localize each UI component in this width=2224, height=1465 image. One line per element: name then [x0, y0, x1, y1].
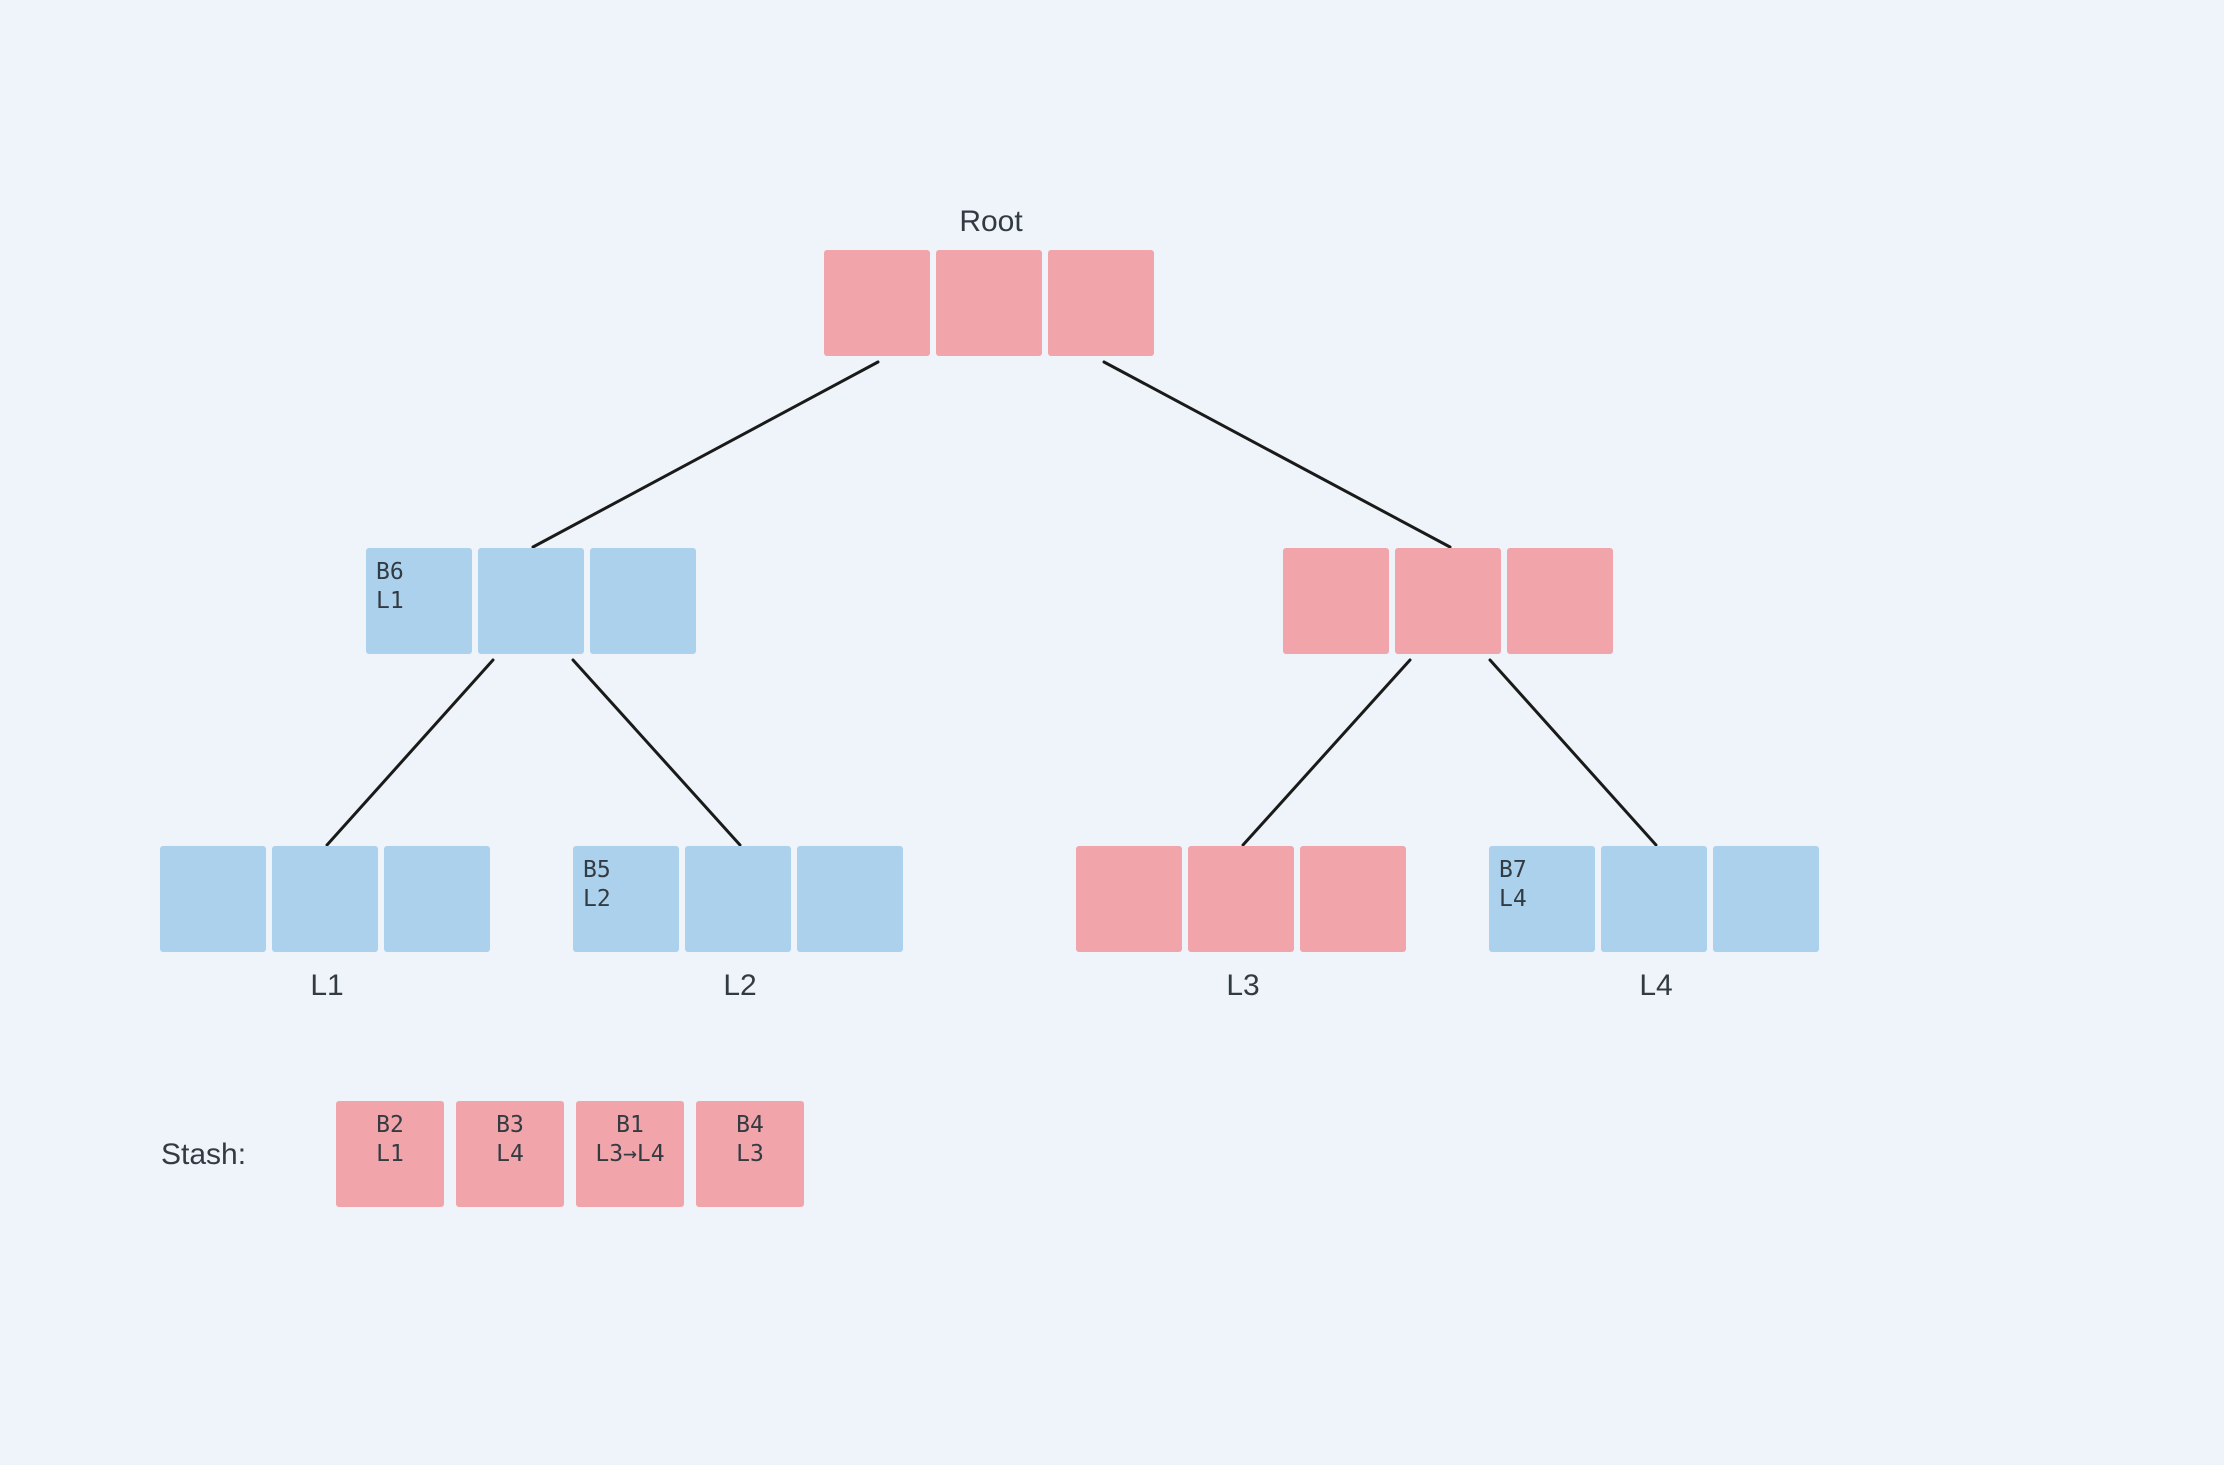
- internal-left-cell-0: B6 L1: [366, 548, 472, 654]
- cell-text-line2: L4: [1499, 885, 1585, 914]
- leaf-L4-cell-1: [1601, 846, 1707, 952]
- leaf-L4-label: L4: [1639, 969, 1672, 1003]
- internal-right-node: [1283, 548, 1613, 654]
- leaf-L2-label: L2: [723, 969, 756, 1003]
- stash-cell-0: B2 L1: [336, 1101, 444, 1207]
- leaf-L3-cell-0: [1076, 846, 1182, 952]
- internal-right-cell-0: [1283, 548, 1389, 654]
- stash-cell-line2: L3: [736, 1140, 764, 1169]
- cell-text-line2: L2: [583, 885, 669, 914]
- cell-text-line2: L1: [376, 587, 462, 616]
- stash-cell-3: B4 L3: [696, 1101, 804, 1207]
- leaf-L4-cell-0: B7 L4: [1489, 846, 1595, 952]
- stash-cell-line1: B4: [736, 1111, 764, 1140]
- internal-right-cell-1: [1395, 548, 1501, 654]
- stash-cell-line2: L3→L4: [595, 1140, 664, 1169]
- stash-cell-line1: B1: [616, 1111, 644, 1140]
- leaf-L1-cell-1: [272, 846, 378, 952]
- root-node: [824, 250, 1154, 356]
- stash-cell-line1: B3: [496, 1111, 524, 1140]
- stash-cell-line2: L1: [376, 1140, 404, 1169]
- stash-cell-line2: L4: [496, 1140, 524, 1169]
- stash-label: Stash:: [161, 1138, 246, 1172]
- leaf-L2-cell-1: [685, 846, 791, 952]
- cell-text-line1: B6: [376, 558, 462, 587]
- stash-cell-2: B1 L3→L4: [576, 1101, 684, 1207]
- cell-text-line1: B5: [583, 856, 669, 885]
- stash-cell-1: B3 L4: [456, 1101, 564, 1207]
- cell-text-line1: B7: [1499, 856, 1585, 885]
- root-cell-2: [1048, 250, 1154, 356]
- leaf-L1-label: L1: [310, 969, 343, 1003]
- leaf-L4-cell-2: [1713, 846, 1819, 952]
- leaf-L2-node: B5 L2: [573, 846, 903, 952]
- internal-right-cell-2: [1507, 548, 1613, 654]
- leaf-L4-node: B7 L4: [1489, 846, 1819, 952]
- internal-left-cell-2: [590, 548, 696, 654]
- leaf-L2-cell-2: [797, 846, 903, 952]
- leaf-L3-cell-1: [1188, 846, 1294, 952]
- leaf-L3-cell-2: [1300, 846, 1406, 952]
- leaf-L1-cell-0: [160, 846, 266, 952]
- leaf-L3-label: L3: [1226, 969, 1259, 1003]
- stash-row: B2 L1 B3 L4 B1 L3→L4 B4 L3: [336, 1101, 804, 1207]
- leaf-L1-node: [160, 846, 490, 952]
- leaf-L2-cell-0: B5 L2: [573, 846, 679, 952]
- leaf-L1-cell-2: [384, 846, 490, 952]
- internal-left-node: B6 L1: [366, 548, 696, 654]
- root-cell-1: [936, 250, 1042, 356]
- internal-left-cell-1: [478, 548, 584, 654]
- stash-cell-line1: B2: [376, 1111, 404, 1140]
- tree-edges: [0, 0, 2224, 1465]
- leaf-L3-node: [1076, 846, 1406, 952]
- root-label: Root: [959, 205, 1022, 239]
- root-cell-0: [824, 250, 930, 356]
